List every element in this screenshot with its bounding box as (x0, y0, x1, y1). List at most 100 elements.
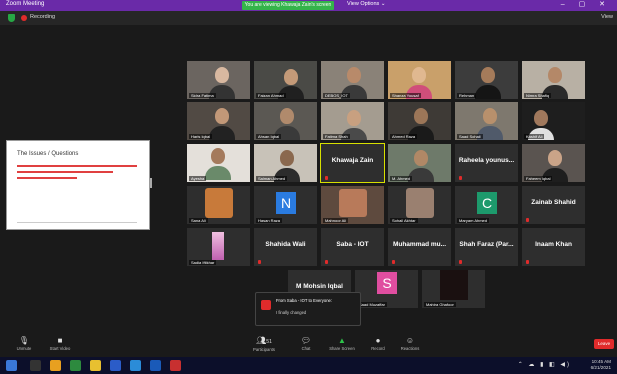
video-tile[interactable]: Inaam Khan (522, 228, 585, 266)
video-tile[interactable]: Sadia Iftikhar (187, 228, 250, 266)
start-icon[interactable] (6, 360, 17, 371)
participant-name: Salman Ahmed (256, 176, 288, 181)
video-tile[interactable]: C Maryam Ahmed (455, 186, 518, 224)
video-tile[interactable]: Mahira Ghafoor (422, 270, 485, 308)
excel-icon[interactable] (70, 360, 81, 371)
participant-head (548, 150, 562, 166)
video-tile[interactable]: Rehman (455, 61, 518, 99)
participant-head (414, 150, 428, 166)
record-indicator-icon (21, 15, 27, 21)
shared-screen-thumbnail[interactable]: The Issues / Questions (6, 140, 150, 230)
participant-name: Shahida Wali (265, 241, 306, 248)
muted-mic-icon (459, 176, 462, 180)
video-tile[interactable]: M. Ahmed (388, 144, 451, 182)
participant-name: Ayesha (189, 176, 207, 181)
video-tile[interactable]: Saad Sohail (455, 102, 518, 140)
screen-share-banner: You are viewing Khawaja Zain's screen (242, 1, 334, 10)
video-tile[interactable]: Shah Faraz (Par... (455, 228, 518, 266)
chat-message: I finally changed (276, 310, 307, 315)
participant-name: Faheem Iqbal (524, 176, 553, 181)
search-icon[interactable] (30, 360, 41, 371)
video-tile[interactable]: Muhammad mu... (388, 228, 451, 266)
participant-name: Shah Faraz (Par... (459, 241, 514, 248)
video-tile[interactable]: Haris Iqbal (187, 102, 250, 140)
powerpoint-icon[interactable] (170, 360, 181, 371)
participant-name: Rehman (457, 93, 477, 98)
profile-picture (440, 270, 468, 300)
muted-mic-icon (258, 260, 261, 264)
view-button[interactable]: View (601, 14, 613, 20)
muted-mic-icon (526, 260, 529, 264)
video-tile[interactable]: N Hasan Raza (254, 186, 317, 224)
participant-name: Sadia Iftikhar (189, 260, 217, 265)
video-tile[interactable]: Fatima Shah (321, 102, 384, 140)
video-tile[interactable]: Ahmed Raza (388, 102, 451, 140)
video-tile[interactable]: Ayesha (187, 144, 250, 182)
unmute-button[interactable]: 🎙︎ Unmute (4, 336, 44, 351)
shield-icon[interactable] (8, 14, 15, 22)
video-tile[interactable]: Faizan Ahmad (254, 61, 317, 99)
video-tile[interactable]: Ahsan Iqbal (254, 102, 317, 140)
video-tile[interactable]: Saba - IOT (321, 228, 384, 266)
video-tile[interactable]: Sana Ali (187, 186, 250, 224)
participant-head (483, 108, 497, 124)
chat-icon (261, 300, 271, 310)
video-tile[interactable]: Salman Ahmed (254, 144, 317, 182)
participant-name: Saad Sohail (457, 134, 483, 139)
participant-head (548, 67, 562, 83)
chat-notification[interactable]: From Saba - IOT to Everyone: I finally c… (255, 292, 361, 326)
video-tile[interactable]: Sidra Fatima (187, 61, 250, 99)
participant-head (534, 110, 548, 126)
video-tile[interactable]: Zainab Shahid (522, 186, 585, 224)
video-tile[interactable]: DEBOS_IOT (321, 61, 384, 99)
participant-name: Sidra Fatima (189, 93, 216, 98)
start-video-label: Start Video (49, 346, 71, 351)
participant-name: Muhammad mu... (392, 241, 447, 248)
recording-label: Recording (30, 14, 56, 20)
video-tile-active-speaker[interactable]: Khawaja Zain (320, 143, 385, 183)
chrome-icon[interactable] (50, 360, 61, 371)
participant-name: Nimra Shafiq (524, 93, 552, 98)
video-tile[interactable]: Nimra Shafiq (522, 61, 585, 99)
profile-picture (406, 188, 434, 218)
window-controls[interactable]: – ▢ ✕ (561, 0, 611, 8)
leave-button[interactable]: Leave (594, 339, 614, 349)
video-tile[interactable]: Shahida Wali (254, 228, 317, 266)
reactions-button[interactable]: ☺ Reactions (390, 336, 430, 351)
start-video-button[interactable]: ■ Start Video (40, 336, 80, 351)
participants-label: Participants (253, 347, 275, 352)
participant-head (215, 108, 229, 124)
video-tile[interactable]: Sohail Akhtar (388, 186, 451, 224)
view-options-button[interactable]: View Options ⌄ (347, 1, 385, 7)
video-tile[interactable]: Faheem Iqbal (522, 144, 585, 182)
participant-name: Saba - IOT (336, 241, 369, 248)
participants-button[interactable]: 👥︎51 Participants (244, 336, 284, 352)
participant-name: Khawaja Zain (331, 157, 374, 164)
unmute-label: Unmute (16, 346, 32, 351)
participant-head (347, 110, 361, 126)
participant-head (481, 67, 495, 83)
taskbar-app-icon[interactable] (150, 360, 161, 371)
chat-button[interactable]: 💬︎ Chat (286, 336, 326, 351)
video-tile[interactable]: Kashif Ali (522, 102, 585, 140)
zoom-icon[interactable] (130, 360, 141, 371)
participant-name: Haris Iqbal (189, 134, 213, 139)
participant-head (215, 67, 229, 83)
video-tile[interactable]: S Saad Muzaffar (355, 270, 418, 308)
word-icon[interactable] (110, 360, 121, 371)
profile-picture (339, 189, 367, 217)
title-bar: Zoom Meeting You are viewing Khawaja Zai… (0, 0, 617, 11)
slide-title: The Issues / Questions (17, 151, 79, 157)
file-explorer-icon[interactable] (90, 360, 101, 371)
video-tile[interactable]: Mahnoor Ali (321, 186, 384, 224)
video-tile[interactable]: Shanza Yousaf (388, 61, 451, 99)
participant-head (412, 67, 426, 83)
panel-splitter-handle[interactable] (150, 178, 152, 188)
participant-name: M Mohsin Iqbal (296, 283, 343, 290)
microphone-icon: 🎙︎ (18, 336, 30, 345)
video-tile[interactable]: Raheela younus... (455, 144, 518, 182)
clock-time: 10:45 AM (591, 359, 611, 364)
clock[interactable]: 10:45 AM 6/21/2021 (591, 359, 611, 371)
share-screen-button[interactable]: ▲ Share Screen (322, 336, 362, 351)
system-tray-icons[interactable]: ⌃ ☁ ▮ ◧ ◀) (518, 361, 571, 368)
